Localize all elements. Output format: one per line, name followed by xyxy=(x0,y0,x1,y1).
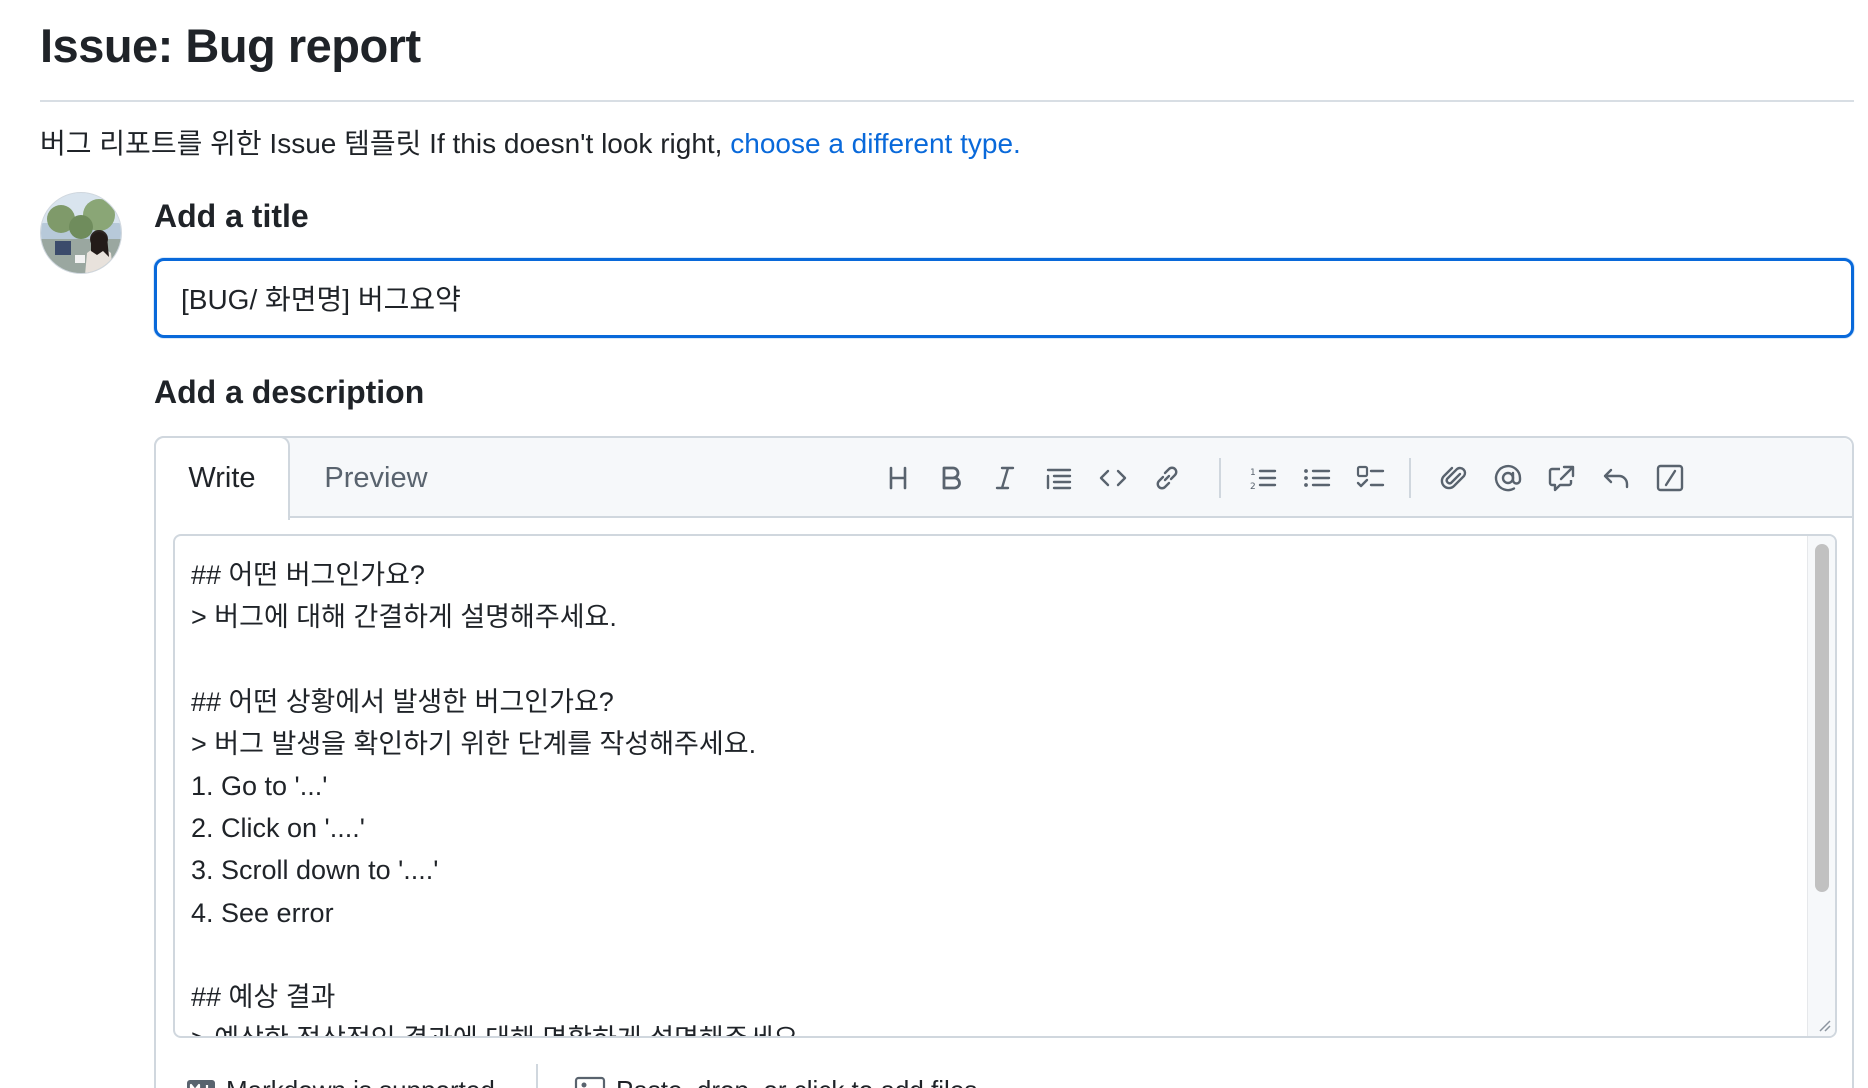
markdown-label: Markdown is supported xyxy=(226,1075,495,1088)
footer-separator xyxy=(536,1064,538,1088)
quote-icon xyxy=(1046,468,1072,490)
editor-footer: Markdown is supported Paste, drop, or cl… xyxy=(156,1050,1852,1088)
numbered-list-button[interactable]: 1 2 xyxy=(1239,454,1287,502)
italic-icon xyxy=(995,466,1015,490)
code-icon xyxy=(1099,469,1127,487)
task-list-button[interactable] xyxy=(1347,454,1395,502)
add-description-label: Add a description xyxy=(154,374,425,410)
cross-reference-icon xyxy=(1548,465,1575,492)
title-divider xyxy=(40,100,1854,102)
undo-icon xyxy=(1603,468,1629,489)
undo-button[interactable] xyxy=(1592,454,1640,502)
textarea-scrollbar[interactable] xyxy=(1807,536,1835,1036)
description-textarea[interactable]: ## 어떤 버그인가요? > 버그에 대해 간결하게 설명해주세요. ## 어떤… xyxy=(175,536,1811,1036)
cross-reference-button[interactable] xyxy=(1538,454,1586,502)
bold-icon xyxy=(942,466,961,490)
unordered-list-icon xyxy=(1304,469,1331,487)
quote-button[interactable] xyxy=(1035,454,1083,502)
title-input[interactable] xyxy=(154,258,1854,338)
numbered-list-icon: 1 2 xyxy=(1250,468,1277,492)
markdown-supported-link[interactable]: Markdown is supported xyxy=(186,1070,495,1088)
add-title-label: Add a title xyxy=(154,198,309,234)
mention-icon xyxy=(1494,464,1522,492)
link-button[interactable] xyxy=(1143,454,1191,502)
subtitle-text: 버그 리포트를 위한 Issue 템플릿 If this doesn't loo… xyxy=(40,128,723,159)
description-textarea-wrapper: ## 어떤 버그인가요? > 버그에 대해 간결하게 설명해주세요. ## 어떤… xyxy=(173,534,1837,1038)
heading-button[interactable] xyxy=(874,454,922,502)
svg-text:1: 1 xyxy=(1250,468,1256,478)
toolbar-separator xyxy=(1409,458,1411,498)
page-title: Issue: Bug report xyxy=(40,19,421,72)
italic-button[interactable] xyxy=(981,454,1029,502)
slash-command-button[interactable] xyxy=(1646,454,1694,502)
add-files-button[interactable]: Paste, drop, or click to add files xyxy=(574,1070,977,1088)
add-files-label: Paste, drop, or click to add files xyxy=(616,1075,977,1088)
tab-write[interactable]: Write xyxy=(154,436,290,520)
resize-grip-icon[interactable] xyxy=(1815,1016,1831,1032)
bold-button[interactable] xyxy=(927,454,975,502)
code-button[interactable] xyxy=(1089,454,1137,502)
link-icon xyxy=(1156,466,1178,490)
issue-form-page: Issue: Bug report 버그 리포트를 위한 Issue 템플릿 I… xyxy=(0,0,1868,1088)
avatar[interactable] xyxy=(40,192,122,274)
tab-preview[interactable]: Preview xyxy=(292,438,460,520)
task-list-icon xyxy=(1356,465,1385,488)
description-editor: Write Preview 1 2 ## 어떤 버그인가요? > 버그에 대해 … xyxy=(154,436,1854,1088)
toolbar-separator xyxy=(1219,458,1221,498)
editor-header: Write Preview 1 2 xyxy=(154,436,1852,520)
mention-button[interactable] xyxy=(1484,454,1532,502)
choose-different-type-link[interactable]: choose a different type. xyxy=(730,128,1021,159)
heading-icon xyxy=(889,466,907,490)
attach-icon xyxy=(1440,466,1467,490)
slash-command-icon xyxy=(1656,464,1684,492)
template-subtitle: 버그 리포트를 위한 Issue 템플릿 If this doesn't loo… xyxy=(40,122,1021,162)
unordered-list-button[interactable] xyxy=(1293,454,1341,502)
avatar-image xyxy=(41,193,121,273)
attach-button[interactable] xyxy=(1430,454,1478,502)
scrollbar-thumb[interactable] xyxy=(1815,544,1829,892)
image-icon xyxy=(574,1076,606,1088)
svg-text:2: 2 xyxy=(1250,482,1256,492)
markdown-icon xyxy=(187,1080,215,1088)
